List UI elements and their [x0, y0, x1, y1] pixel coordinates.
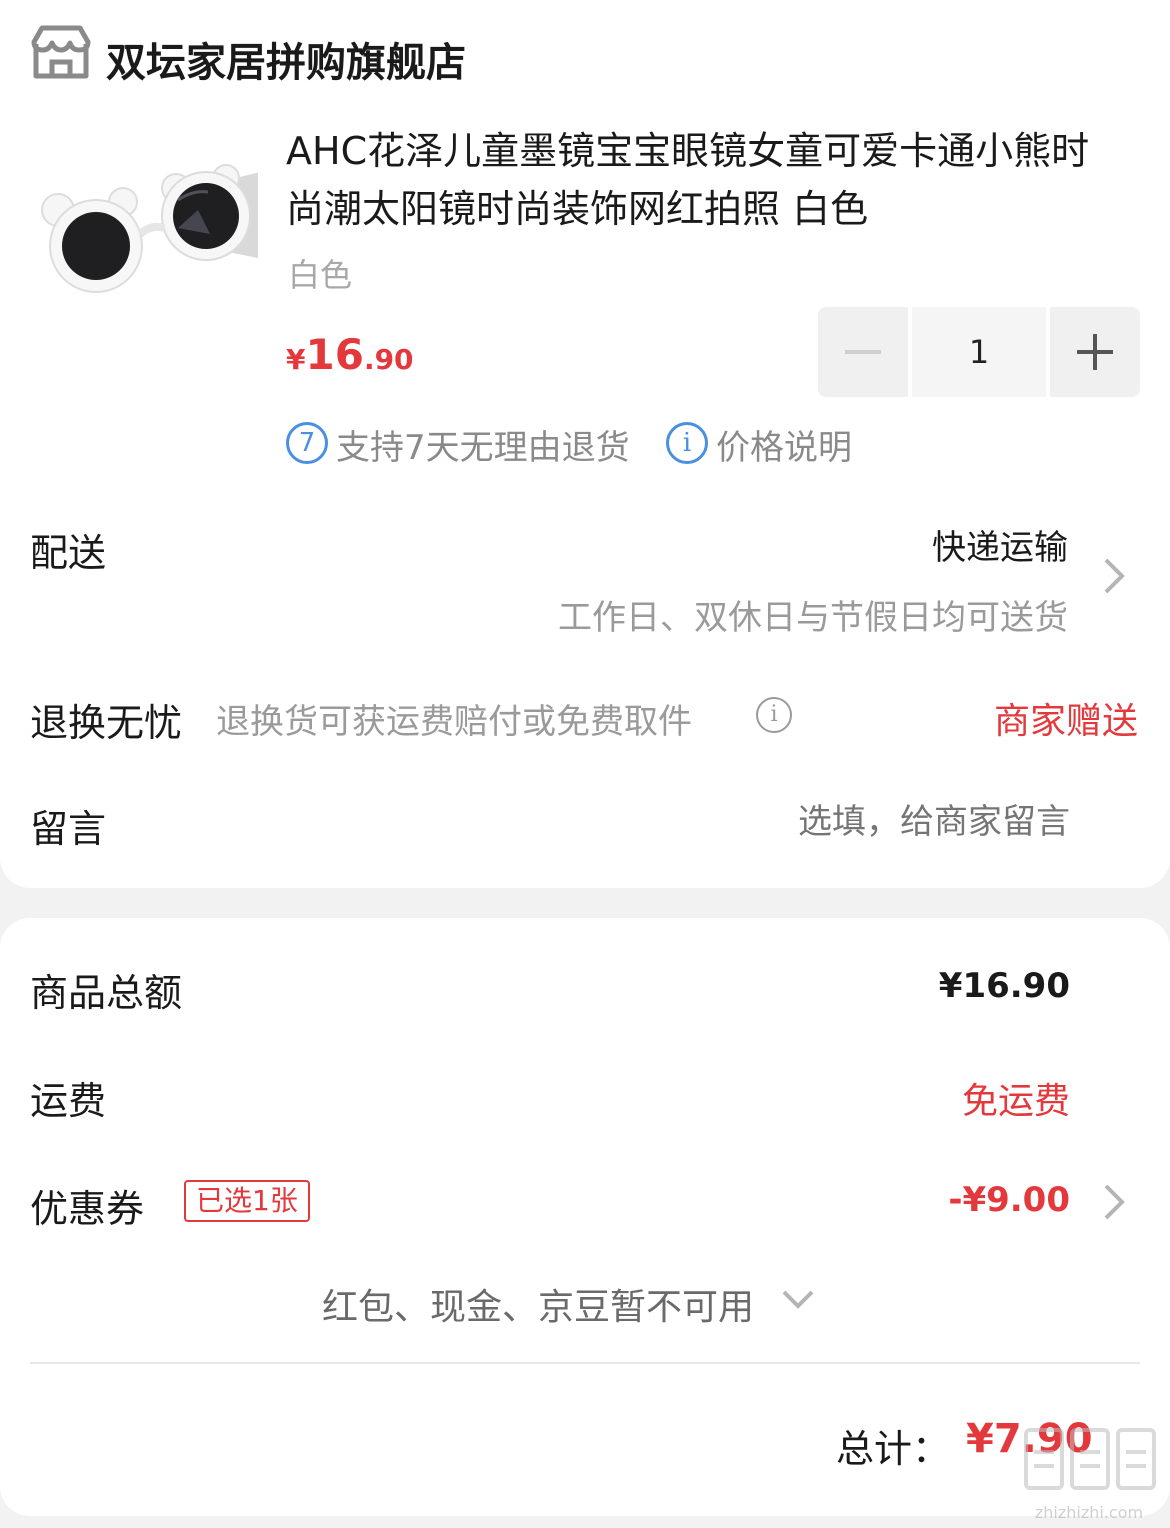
total-label: 总计： [836, 1427, 951, 1471]
price-currency: ¥ [286, 343, 306, 376]
store-icon[interactable] [30, 22, 92, 80]
shop-name[interactable]: 双坛家居拼购旗舰店 [106, 30, 466, 88]
goods-total-label: 商品总额 [30, 971, 183, 1015]
product-spec: 白色 [288, 256, 353, 294]
return-description: 退换货可获运费赔付或免费取件 [216, 702, 692, 742]
delivery-label: 配送 [30, 531, 107, 575]
product-price: ¥16.90 [286, 330, 414, 379]
quantity-stepper: 1 [818, 307, 1140, 397]
shipping-label: 运费 [30, 1079, 107, 1123]
price-explanation-link[interactable]: 价格说明 [716, 420, 852, 469]
shipping-value: 免运费 [961, 1081, 1070, 1122]
chevron-down-icon[interactable] [778, 1284, 818, 1314]
seven-day-return-icon: 7 [286, 422, 328, 464]
chevron-right-icon[interactable] [1098, 552, 1128, 600]
product-thumbnail[interactable] [28, 150, 268, 300]
watermark-logo: zhizhizhi.com [1018, 1422, 1160, 1522]
coupon-label: 优惠券 [30, 1187, 145, 1231]
goods-total-value: ¥16.90 [938, 966, 1070, 1006]
message-label: 留言 [30, 807, 107, 851]
info-icon[interactable]: i [756, 697, 792, 733]
increase-button[interactable] [1050, 307, 1140, 397]
divider [30, 1362, 1140, 1364]
return-worry-free-label: 退换无忧 [30, 701, 183, 745]
return-status: 商家赠送 [993, 701, 1138, 742]
unavailable-payments-text[interactable]: 红包、现金、京豆暂不可用 [322, 1278, 754, 1330]
minus-icon [845, 350, 881, 354]
price-decimal: .90 [363, 343, 414, 376]
info-icon[interactable]: i [666, 422, 708, 464]
decrease-button[interactable] [818, 307, 908, 397]
chevron-right-icon[interactable] [1098, 1178, 1128, 1226]
delivery-method[interactable]: 快递运输 [932, 520, 1068, 569]
seven-day-return-text[interactable]: 支持7天无理由退货 [336, 420, 630, 469]
message-input[interactable] [650, 802, 1070, 842]
plus-icon [1077, 334, 1113, 370]
quantity-value[interactable]: 1 [912, 307, 1046, 397]
coupon-selected-badge: 已选1张 [184, 1180, 310, 1222]
coupon-value[interactable]: -¥9.00 [948, 1180, 1070, 1220]
price-integer: 16 [305, 330, 364, 379]
order-item-card: 双坛家居拼购旗舰店 AHC花泽儿童墨镜宝宝眼镜女童可爱卡通小熊时尚潮太阳镜时尚装… [0, 0, 1170, 888]
watermark-text: zhizhizhi.com [1034, 1503, 1144, 1522]
product-title[interactable]: AHC花泽儿童墨镜宝宝眼镜女童可爱卡通小熊时尚潮太阳镜时尚装饰网红拍照 白色 [286, 122, 1126, 238]
delivery-note: 工作日、双休日与节假日均可送货 [558, 598, 1068, 638]
